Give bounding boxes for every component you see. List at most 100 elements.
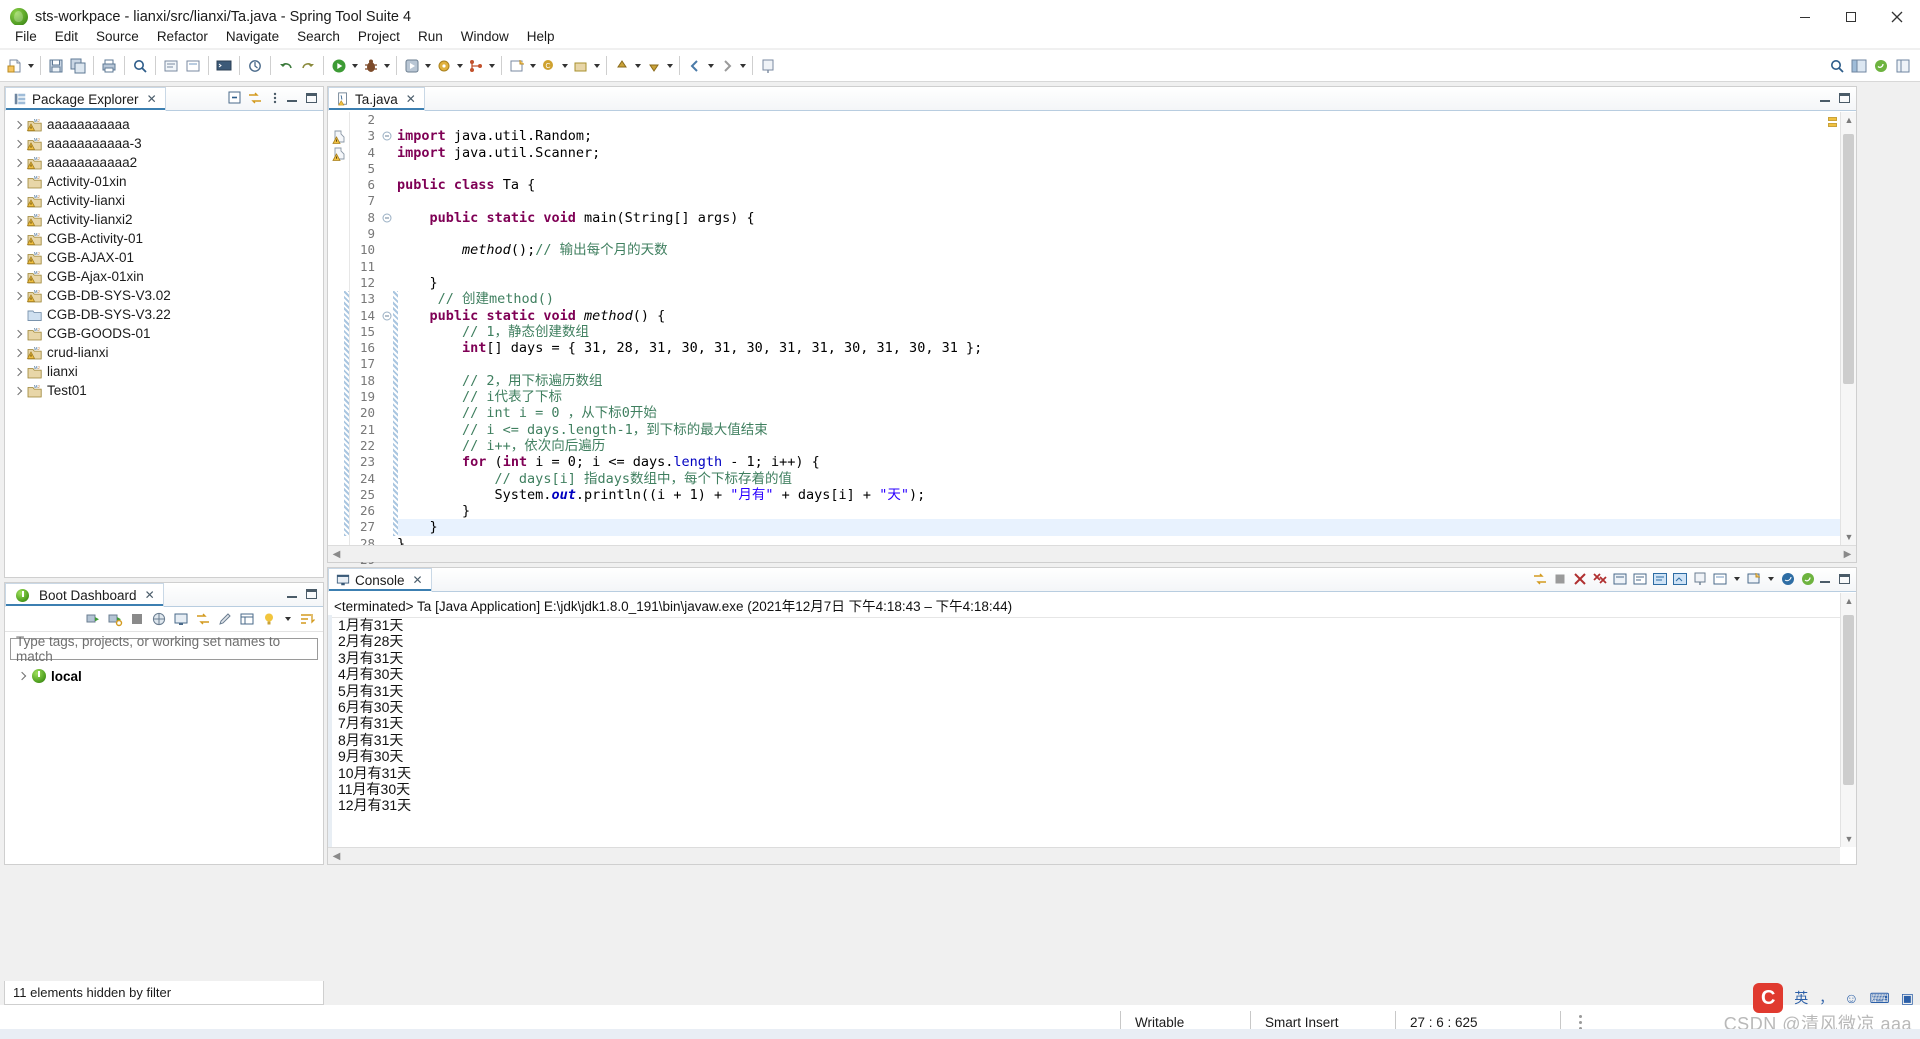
new-dropdown[interactable]: [26, 54, 36, 78]
code-line[interactable]: public class Ta {: [393, 177, 1856, 193]
run-dropdown[interactable]: [350, 54, 360, 78]
code-line[interactable]: public static void method() {: [393, 308, 1856, 324]
scroll-right-icon[interactable]: ▶: [1839, 546, 1856, 563]
new-console-view-icon[interactable]: [1746, 571, 1762, 587]
tree-item-cgb-activity-01[interactable]: M J CGB-Activity-01: [5, 229, 323, 248]
stop-icon[interactable]: [129, 611, 145, 627]
code-line[interactable]: // i代表了下标: [393, 389, 1856, 405]
minimize-view-icon[interactable]: [1820, 93, 1830, 103]
debug-last-icon[interactable]: [244, 54, 266, 78]
redo-icon[interactable]: [297, 54, 319, 78]
open-type-icon[interactable]: [160, 54, 182, 78]
code-line[interactable]: import java.util.Random;: [393, 128, 1856, 144]
git-icon[interactable]: [465, 54, 487, 78]
tree-item-activity-lianxi[interactable]: M J Activity-lianxi: [5, 191, 323, 210]
code-area[interactable]: import java.util.Random; import java.util…: [393, 112, 1856, 562]
tree-item-cgb-ajax-01[interactable]: M J CGB-AJAX-01: [5, 248, 323, 267]
tree-item-aaaaaaaaaaa2[interactable]: M J aaaaaaaaaaa2: [5, 153, 323, 172]
properties-icon[interactable]: [239, 611, 255, 627]
save-icon[interactable]: [45, 54, 67, 78]
open-console-dropdown-icon[interactable]: [1732, 567, 1742, 591]
chevron-right-icon[interactable]: [11, 175, 25, 189]
menu-source[interactable]: Source: [87, 27, 148, 46]
code-line[interactable]: // 创建method(): [393, 291, 1856, 307]
filters-icon[interactable]: [299, 611, 315, 627]
package-explorer-tree[interactable]: M J aaaaaaaaaaa M J aaaaaaaaaaa-3 M J aaaaaaaaaa…: [5, 111, 323, 400]
lightbulb-dropdown[interactable]: [283, 607, 293, 631]
ime-toolbox-icon[interactable]: ▣: [1901, 990, 1914, 1007]
java-stack-icon[interactable]: [1780, 571, 1796, 587]
code-line[interactable]: // days[i] 指days数组中，每个下标存着的值: [393, 471, 1856, 487]
tree-item-test01[interactable]: M J Test01: [5, 381, 323, 400]
edit-icon[interactable]: [217, 611, 233, 627]
new-package-icon[interactable]: [570, 54, 592, 78]
code-line[interactable]: public static void main(String[] args) {: [393, 210, 1856, 226]
code-line[interactable]: // int i = 0 ，从下标0开始: [393, 405, 1856, 421]
tree-item-cgb-db-sys-v3-02[interactable]: M J CGB-DB-SYS-V3.02: [5, 286, 323, 305]
menu-run[interactable]: Run: [409, 27, 452, 46]
code-line[interactable]: }: [393, 503, 1856, 519]
ime-emoji-icon[interactable]: ☺: [1844, 990, 1858, 1006]
code-line[interactable]: // 1，静态创建数组: [393, 324, 1856, 340]
menu-project[interactable]: Project: [349, 27, 409, 46]
folding-ruler[interactable]: [380, 112, 393, 562]
ime-keyboard-icon[interactable]: ⌨: [1870, 990, 1890, 1007]
start-icon[interactable]: [85, 611, 101, 627]
tree-item-activity-01xin[interactable]: M J Activity-01xin: [5, 172, 323, 191]
tab-ta-java[interactable]: Ta.java ✕: [328, 87, 425, 111]
next-dropdown[interactable]: [665, 54, 675, 78]
quick-access-search-icon[interactable]: [1826, 54, 1848, 78]
scroll-down-icon[interactable]: ▼: [1841, 831, 1857, 847]
spring-boot-icon[interactable]: [1800, 571, 1816, 587]
chevron-right-icon[interactable]: [11, 327, 25, 341]
new-console-dropdown[interactable]: [1766, 567, 1776, 591]
boot-dashboard-filter-input[interactable]: Type tags, projects, or working set name…: [10, 634, 318, 664]
menu-window[interactable]: Window: [452, 27, 518, 46]
debug-dropdown[interactable]: [382, 54, 392, 78]
menu-file[interactable]: File: [6, 27, 46, 46]
tree-item-cgb-db-sys-v3-22[interactable]: CGB-DB-SYS-V3.22: [5, 305, 323, 324]
warning-marker[interactable]: [1828, 123, 1837, 127]
tab-package-explorer[interactable]: Package Explorer ✕: [5, 87, 166, 111]
maximize-view-icon[interactable]: [1839, 93, 1850, 103]
chevron-right-icon[interactable]: [11, 156, 25, 170]
git-dropdown[interactable]: [487, 54, 497, 78]
chevron-right-icon[interactable]: [11, 384, 25, 398]
chevron-right-icon[interactable]: [11, 270, 25, 284]
editor-horizontal-scrollbar[interactable]: ◀ ▶: [328, 545, 1856, 562]
collapse-all-icon[interactable]: [227, 90, 243, 106]
chevron-right-icon[interactable]: [15, 669, 29, 683]
lightbulb-icon[interactable]: [261, 611, 277, 627]
new-dropdown-2[interactable]: [528, 54, 538, 78]
undo-icon[interactable]: [275, 54, 297, 78]
scroll-up-icon[interactable]: ▲: [1841, 112, 1857, 128]
tree-item-aaaaaaaaaaa-3[interactable]: M J aaaaaaaaaaa-3: [5, 134, 323, 153]
code-line[interactable]: [393, 356, 1856, 372]
prev-annotation-icon[interactable]: [611, 54, 633, 78]
open-console-icon[interactable]: [173, 611, 189, 627]
new-icon[interactable]: [4, 54, 26, 78]
link-icon[interactable]: [195, 611, 211, 627]
scroll-left-icon[interactable]: ◀: [328, 848, 345, 865]
code-line[interactable]: // i++，依次向后遍历: [393, 438, 1856, 454]
tree-item-crud-lianxi[interactable]: M J crud-lianxi: [5, 343, 323, 362]
fold-collapse-icon[interactable]: [380, 210, 393, 226]
new-class-dropdown[interactable]: [560, 54, 570, 78]
code-line[interactable]: [393, 193, 1856, 209]
code-line[interactable]: }: [393, 275, 1856, 291]
boot-run-icon[interactable]: [401, 54, 423, 78]
menu-edit[interactable]: Edit: [46, 27, 87, 46]
search-icon[interactable]: [129, 54, 151, 78]
next-annotation-icon[interactable]: [643, 54, 665, 78]
link-with-editor-icon[interactable]: [247, 90, 263, 106]
code-line[interactable]: [393, 259, 1856, 275]
external-tools-icon[interactable]: [433, 54, 455, 78]
menu-search[interactable]: Search: [288, 27, 349, 46]
maximize-view-icon[interactable]: [1839, 574, 1850, 584]
tree-item-cgb-ajax-01xin[interactable]: M J CGB-Ajax-01xin: [5, 267, 323, 286]
chevron-right-icon[interactable]: [11, 289, 25, 303]
tab-console[interactable]: Console ✕: [328, 568, 432, 592]
chevron-right-icon[interactable]: [11, 346, 25, 360]
maximize-view-icon[interactable]: [306, 589, 317, 599]
fold-collapse-icon[interactable]: [380, 308, 393, 324]
